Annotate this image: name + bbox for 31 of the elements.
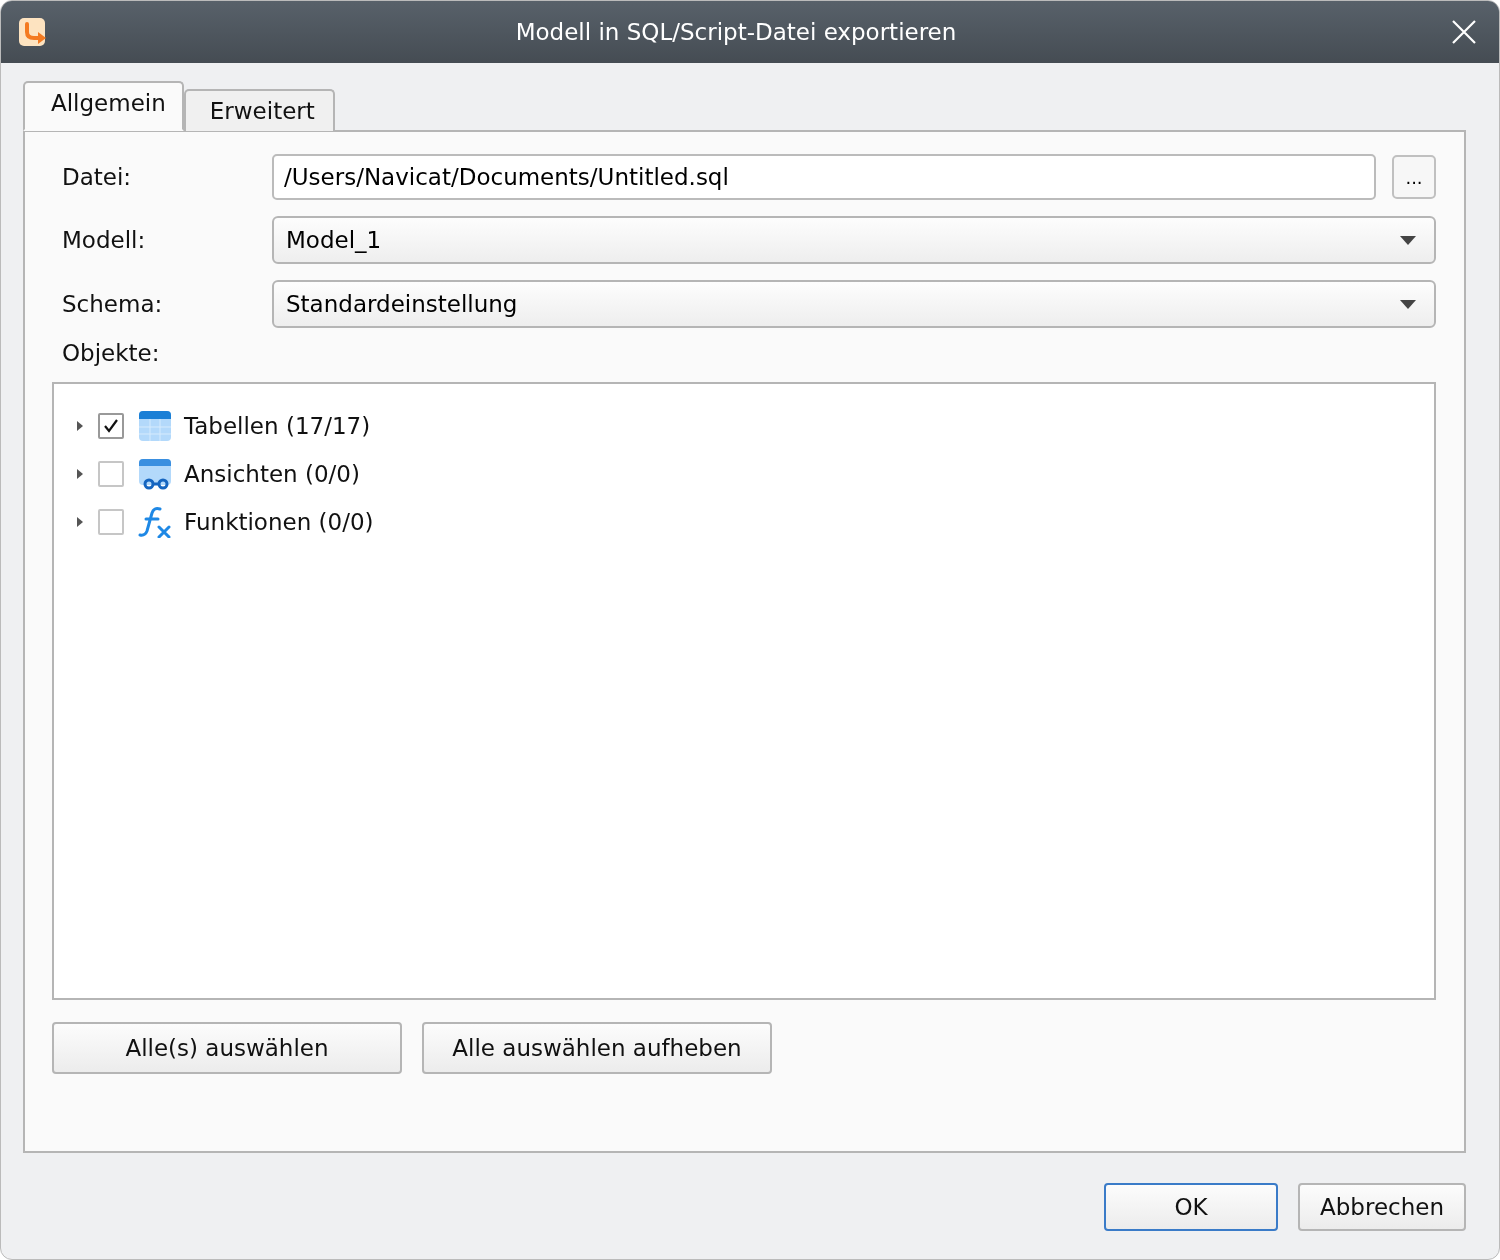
field-label: Modell: [61, 227, 147, 253]
expand-arrow-icon[interactable] [76, 419, 84, 433]
field-label: Datei: [61, 164, 133, 190]
selection-button[interactable]: Alle auswählen aufheben [422, 1022, 772, 1074]
caret-icon [1400, 299, 1416, 309]
objects-label: Objekte: [61, 340, 161, 366]
checkbox[interactable] [98, 413, 124, 439]
expand-arrow-icon[interactable] [76, 515, 84, 529]
table-icon [138, 410, 172, 442]
view-icon [138, 458, 172, 490]
schema-dropdown[interactable]: Standardeinstellung [272, 280, 1436, 328]
function-icon [138, 506, 172, 538]
tab[interactable]: Erweitert [183, 89, 335, 131]
tree-item-label[interactable]: Funktionen (0/0) [184, 509, 374, 535]
browse-button[interactable]: ... [1392, 155, 1436, 199]
window-title: Modell in SQL/Script-Datei exportieren [514, 19, 958, 45]
tab[interactable]: Allgemein [23, 81, 184, 131]
close-button[interactable] [1451, 19, 1477, 45]
ok-button[interactable]: OK [1104, 1183, 1278, 1231]
tree-item-label[interactable]: Tabellen (17/17) [184, 413, 371, 439]
expand-arrow-icon[interactable] [76, 467, 84, 481]
caret-icon [1400, 235, 1416, 245]
cancel-button[interactable]: Abbrechen [1298, 1183, 1466, 1231]
tree-item-label[interactable]: Ansichten (0/0) [184, 461, 360, 487]
field-label: Schema: [61, 291, 164, 317]
file-path-field[interactable]: /Users/Navicat/Documents/Untitled.sql [272, 154, 1376, 200]
selection-button[interactable]: Alle(s) auswählen [52, 1022, 402, 1074]
model-dropdown[interactable]: Model_1 [272, 216, 1436, 264]
close-icon [1451, 19, 1477, 45]
checkbox[interactable] [98, 509, 124, 535]
checkbox[interactable] [98, 461, 124, 487]
